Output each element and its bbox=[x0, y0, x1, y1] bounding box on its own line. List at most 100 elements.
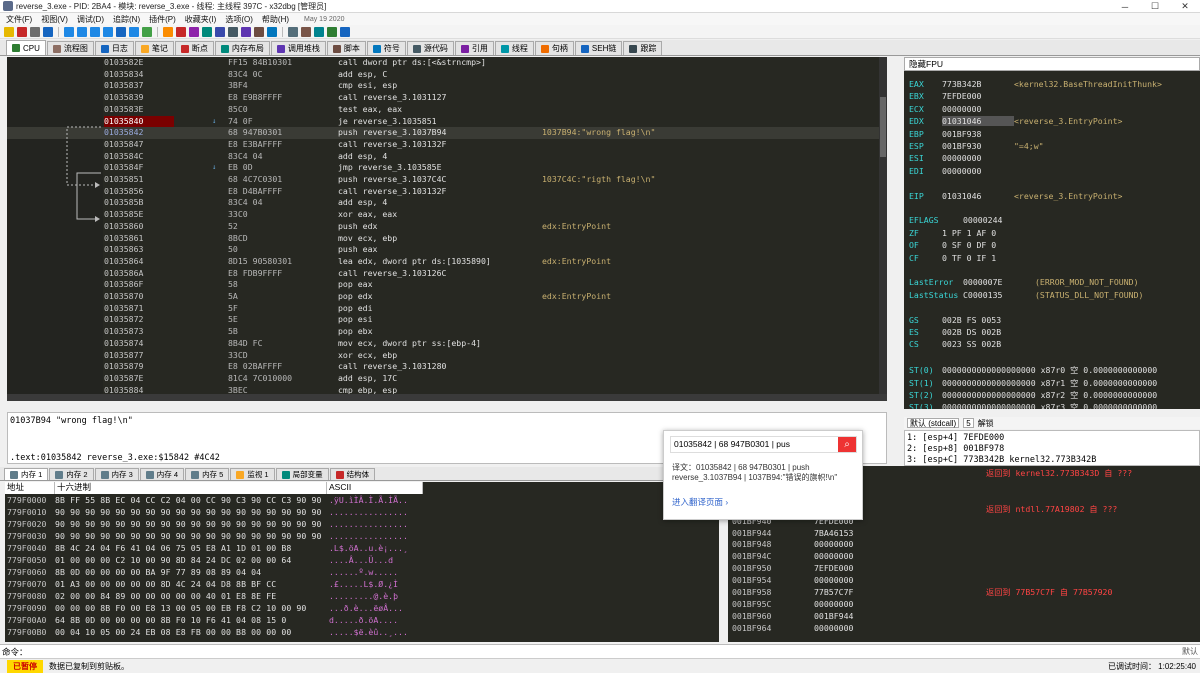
register-line[interactable]: ST(0) 0000000000000000000 x87r0 空 0.00000… bbox=[909, 364, 1157, 376]
register-value[interactable]: 00000000 bbox=[942, 166, 1014, 176]
stack-row[interactable]: 001BF95C 00000000 bbox=[728, 599, 1200, 611]
stack-row[interactable]: 001BF944 7BA46153 bbox=[728, 528, 1200, 540]
register-panel[interactable]: 隐藏FPU EAX 773B342B <kernel32.BaseThreadIni… bbox=[904, 57, 1200, 409]
dump-row[interactable]: 779F00A0 64 8B 0D 00 00 00 00 8B F0 10 F6… bbox=[5, 615, 719, 626]
toolbar-button-icon-0[interactable] bbox=[4, 26, 14, 37]
toolbar-button-icon-9[interactable] bbox=[129, 26, 139, 37]
tab-14[interactable]: 跟踪 bbox=[623, 41, 663, 55]
tab-1[interactable]: 流程图 bbox=[46, 41, 94, 55]
register-line[interactable]: CS 0023 SS 002B bbox=[909, 339, 1014, 349]
disasm-row[interactable]: 01035879 E8 02BAFFFF call reverse_3.103128… bbox=[7, 361, 887, 373]
menu-item-2[interactable]: 调试(D) bbox=[77, 14, 104, 25]
toolbar-button-icon-21[interactable] bbox=[301, 26, 311, 37]
toolbar-button-icon-18[interactable] bbox=[254, 26, 264, 37]
dump-row[interactable]: 779F0050 01 00 00 00 C2 10 00 90 8D 84 24… bbox=[5, 555, 719, 566]
stack-row[interactable]: 001BF958 77B57C7F 返回到 77B57C7F 自 77B57920 bbox=[728, 587, 1200, 599]
stack-row[interactable]: 001BF960 001BF944 bbox=[728, 611, 1200, 623]
disasm-row[interactable]: 0103586A E8 FDB9FFFF call reverse_3.103126… bbox=[7, 268, 887, 280]
disasm-row[interactable]: 01035863 50 push eax bbox=[7, 244, 887, 256]
register-line[interactable]: EBX 7EFDE000 bbox=[909, 91, 1014, 101]
dump-row[interactable]: 779F0020 90 90 90 90 90 90 90 90 90 90 90… bbox=[5, 519, 719, 530]
stack-row[interactable]: 001BF954 00000000 bbox=[728, 575, 1200, 587]
stack-row[interactable]: 001BF950 7EFDE000 bbox=[728, 563, 1200, 575]
toolbar-button-icon-15[interactable] bbox=[215, 26, 225, 37]
dump-tab-5[interactable]: 监视 1 bbox=[230, 468, 275, 480]
arg-count-spinner[interactable]: 5 bbox=[963, 418, 974, 428]
register-value[interactable]: 01031046 bbox=[942, 116, 1014, 127]
disasm-row[interactable]: 01035837 3BF4 cmp esi, esp bbox=[7, 80, 887, 92]
disasm-row[interactable]: 01035839 E8 E9B8FFFF call reverse_3.103112… bbox=[7, 92, 887, 104]
tab-2[interactable]: 日志 bbox=[94, 41, 134, 55]
toolbar-button-icon-19[interactable] bbox=[267, 26, 277, 37]
toolbar-button-icon-24[interactable] bbox=[340, 26, 350, 37]
stack-row[interactable]: 001BF964 00000000 bbox=[728, 623, 1200, 635]
dump-tab-7[interactable]: 结构体 bbox=[329, 468, 376, 480]
disasm-row[interactable]: 0103584F ↓ EB 0D jmp reverse_3.103585E bbox=[7, 162, 887, 174]
toolbar-button-icon-22[interactable] bbox=[314, 26, 324, 37]
tab-4[interactable]: 断点 bbox=[174, 41, 214, 55]
register-value[interactable]: 7EFDE000 bbox=[942, 91, 1014, 101]
memory-dump[interactable]: 地址 十六进制 ASCII 779F0000 8B FF 55 8B EC 04 … bbox=[5, 482, 719, 642]
unlock-checkbox[interactable]: 解锁 bbox=[978, 418, 994, 429]
hide-fpu-toggle[interactable]: 隐藏FPU bbox=[904, 57, 1200, 71]
disasm-row[interactable]: 01035877 33CD xor ecx, ebp bbox=[7, 350, 887, 362]
disasm-row[interactable]: 01035847 E8 E3BAFFFF call reverse_3.103132… bbox=[7, 139, 887, 151]
register-line[interactable]: GS 002B FS 0053 bbox=[909, 315, 1014, 325]
disasm-row[interactable]: 0103585E 33C0 xor eax, eax bbox=[7, 209, 887, 221]
toolbar-button-icon-10[interactable] bbox=[142, 26, 152, 37]
call-convention-select[interactable]: 默认 (stdcall) bbox=[907, 418, 960, 428]
maximize-button[interactable]: ☐ bbox=[1140, 0, 1170, 13]
tab-12[interactable]: 句柄 bbox=[534, 41, 574, 55]
toolbar-button-icon-20[interactable] bbox=[288, 26, 298, 37]
dump-row[interactable]: 779F0040 8B 4C 24 04 F6 41 04 06 75 05 E8… bbox=[5, 543, 719, 554]
disasm-row[interactable]: 01035834 83C4 0C add esp, C bbox=[7, 69, 887, 81]
menu-item-3[interactable]: 追踪(N) bbox=[113, 14, 140, 25]
dump-row[interactable]: 779F0010 90 90 90 90 90 90 90 90 90 90 90… bbox=[5, 507, 719, 518]
register-value[interactable]: 0000000000000000000 x87r0 空 0.0000000000… bbox=[942, 364, 1157, 376]
register-value[interactable]: 773B342B bbox=[942, 79, 1014, 89]
register-line[interactable]: ST(2) 0000000000000000000 x87r2 空 0.00000… bbox=[909, 389, 1157, 401]
disasm-address[interactable]: 0103586A bbox=[104, 268, 174, 280]
disasm-address[interactable]: 01035871 bbox=[104, 303, 174, 315]
menu-item-6[interactable]: 选项(O) bbox=[225, 14, 253, 25]
disasm-row[interactable]: 01035864 8D15 90580301 lea edx, dword ptr … bbox=[7, 256, 887, 268]
tab-7[interactable]: 脚本 bbox=[326, 41, 366, 55]
menu-item-7[interactable]: 帮助(H) bbox=[262, 14, 289, 25]
register-line[interactable] bbox=[909, 178, 1014, 188]
dump-tab-1[interactable]: 内存 2 bbox=[49, 468, 94, 480]
register-line[interactable]: ESI 00000000 bbox=[909, 153, 1014, 163]
menu-item-0[interactable]: 文件(F) bbox=[6, 14, 32, 25]
register-value[interactable]: 00000244 bbox=[963, 215, 1035, 225]
disasm-address[interactable]: 0103584F bbox=[104, 162, 174, 174]
disasm-row[interactable]: 01035840 ↓ 74 0F je reverse_3.1035851 bbox=[7, 115, 887, 128]
register-line[interactable]: EAX 773B342B <kernel32.BaseThreadInitThunk… bbox=[909, 79, 1162, 89]
open-translation-link[interactable]: 进入翻译页面 › bbox=[672, 496, 728, 508]
disasm-address[interactable]: 01035872 bbox=[104, 314, 174, 326]
tab-5[interactable]: 内存布局 bbox=[214, 41, 270, 55]
register-value[interactable]: 0 SF 0 DF 0 bbox=[942, 240, 1014, 250]
disasm-address[interactable]: 01035879 bbox=[104, 361, 174, 373]
toolbar-button-icon-8[interactable] bbox=[116, 26, 126, 37]
register-line[interactable]: EIP 01031046 <reverse_3.EntryPoint> bbox=[909, 191, 1122, 201]
register-line[interactable]: EBP 001BF938 bbox=[909, 129, 1014, 139]
disasm-address[interactable]: 01035856 bbox=[104, 186, 174, 198]
tab-8[interactable]: 符号 bbox=[366, 41, 406, 55]
disasm-address[interactable]: 0103583E bbox=[104, 104, 174, 116]
disasm-address[interactable]: 01035834 bbox=[104, 69, 174, 81]
dump-tab-6[interactable]: 局部变量 bbox=[275, 468, 329, 480]
register-line[interactable]: EDX 01031046 <reverse_3.EntryPoint> bbox=[909, 116, 1122, 127]
register-value[interactable]: 0000000000000000000 x87r3 空 0.0000000000… bbox=[942, 401, 1157, 409]
tab-0[interactable]: CPU bbox=[6, 40, 46, 55]
register-value[interactable]: 002B DS 002B bbox=[942, 327, 1014, 337]
register-value[interactable]: 0 TF 0 IF 1 bbox=[942, 253, 1014, 263]
dump-tab-4[interactable]: 内存 5 bbox=[185, 468, 230, 480]
translate-search-box[interactable]: 01035842 | 68 947B0301 | pus ⌕ bbox=[670, 436, 857, 453]
disasm-address[interactable]: 01035864 bbox=[104, 256, 174, 268]
register-value[interactable]: 002B FS 0053 bbox=[942, 315, 1014, 325]
toolbar-button-icon-17[interactable] bbox=[241, 26, 251, 37]
dump-row[interactable]: 779F0000 8B FF 55 8B EC 04 CC C2 04 00 CC… bbox=[5, 495, 719, 506]
register-line[interactable] bbox=[909, 352, 1014, 362]
dump-row[interactable]: 779F00B0 00 04 10 05 00 24 EB 08 E8 FB 00… bbox=[5, 627, 719, 638]
register-line[interactable]: ST(3) 0000000000000000000 x87r3 空 0.00000… bbox=[909, 401, 1157, 409]
register-line[interactable]: ECX 00000000 bbox=[909, 104, 1014, 114]
